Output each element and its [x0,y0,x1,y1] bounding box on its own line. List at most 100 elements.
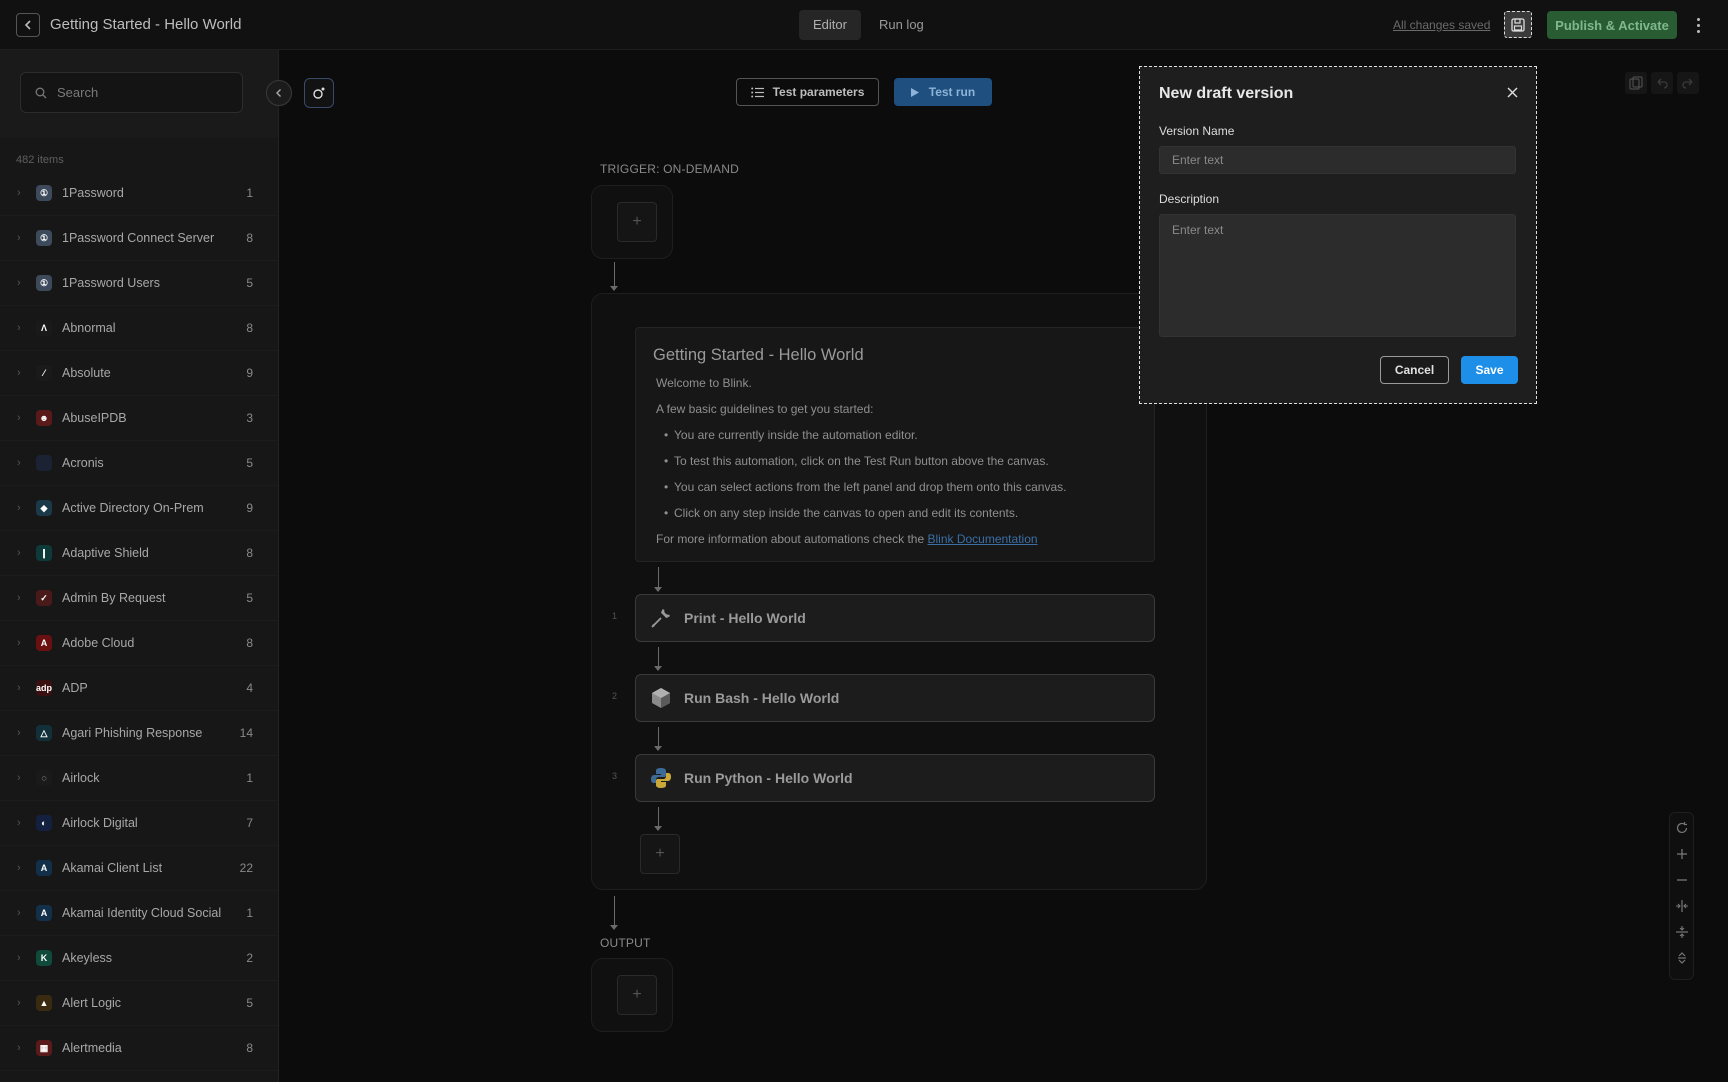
test-parameters-button[interactable]: Test parameters [736,78,879,106]
bash-icon [648,685,674,711]
note-more-info: For more information about automations c… [656,529,1137,555]
chevron-right-icon[interactable]: › [17,322,21,334]
akamai-icon: A [36,905,52,921]
note-card[interactable]: Getting Started - Hello World Welcome to… [635,327,1155,562]
tab-editor[interactable]: Editor [799,10,861,40]
zoom-in-icon[interactable] [1673,845,1691,863]
integration-item[interactable]: › ▲ Alert Logic 5 [0,981,278,1026]
note-bullet: You are currently inside the automation … [656,425,1137,451]
integration-item[interactable]: › △ Agari Phishing Response 14 [0,711,278,756]
integration-name: Adaptive Shield [62,546,149,560]
chevron-right-icon[interactable]: › [17,862,21,874]
reset-view-icon[interactable] [1673,819,1691,837]
redo-icon[interactable] [1677,72,1699,94]
integration-name: AbuseIPDB [62,411,127,425]
chevron-right-icon[interactable]: › [17,907,21,919]
integration-count: 3 [246,411,253,425]
chevron-right-icon[interactable]: › [17,727,21,739]
add-trigger-button[interactable]: + [617,202,657,242]
chevron-right-icon[interactable]: › [17,772,21,784]
integration-item[interactable]: › ✓ Admin By Request 5 [0,576,278,621]
zoom-out-icon[interactable] [1673,871,1691,889]
integration-item[interactable]: › ① 1Password Users 5 [0,261,278,306]
chevron-right-icon[interactable]: › [17,1042,21,1054]
collapse-sidebar-button[interactable] [266,80,292,106]
chevron-right-icon[interactable]: › [17,592,21,604]
chevron-right-icon[interactable]: › [17,997,21,1009]
step-run-bash-hello-world[interactable]: Run Bash - Hello World [635,674,1155,722]
integration-item[interactable]: › ① 1Password 1 [0,171,278,216]
chevron-right-icon[interactable]: › [17,277,21,289]
fit-height-icon[interactable] [1673,923,1691,941]
chevron-right-icon[interactable]: › [17,412,21,424]
integration-item[interactable]: › ◆ Active Directory On-Prem 9 [0,486,278,531]
cancel-button[interactable]: Cancel [1380,356,1449,384]
integration-item[interactable]: › A Akamai Identity Cloud Social 1 [0,891,278,936]
close-icon[interactable] [1502,82,1522,102]
expand-vertical-icon[interactable] [1673,949,1691,967]
chevron-right-icon[interactable]: › [17,817,21,829]
test-run-button[interactable]: Test run [894,78,992,106]
admin-by-request-icon: ✓ [36,590,52,606]
agari-icon: △ [36,725,52,741]
integration-item[interactable]: › ☻ AbuseIPDB 3 [0,396,278,441]
airlock-digital-icon: ◐ [36,815,52,831]
saved-status-link[interactable]: All changes saved [1393,18,1490,32]
integration-name: Akamai Client List [62,861,163,875]
chevron-right-icon[interactable]: › [17,502,21,514]
chevron-right-icon[interactable]: › [17,367,21,379]
chevron-right-icon[interactable]: › [17,952,21,964]
integration-name: Adobe Cloud [62,636,135,650]
chevron-right-icon[interactable]: › [17,637,21,649]
ai-copilot-button[interactable] [304,78,334,108]
integration-name: Absolute [62,366,111,380]
publish-activate-button[interactable]: Publish & Activate [1547,11,1677,39]
copy-icon[interactable] [1625,72,1647,94]
integration-name: Alertmedia [62,1041,122,1055]
undo-icon[interactable] [1651,72,1673,94]
version-name-label: Version Name [1159,124,1235,138]
save-button[interactable]: Save [1461,356,1518,384]
chevron-right-icon[interactable]: › [17,232,21,244]
integration-name: Airlock Digital [62,816,138,830]
integration-item[interactable]: › ◌ Airlock 1 [0,756,278,801]
integration-item[interactable]: › A Adobe Cloud 8 [0,621,278,666]
acronis-icon [36,455,52,471]
wrench-icon [648,605,674,631]
integration-item[interactable]: › ⁄ Absolute 9 [0,351,278,396]
integration-item[interactable]: › adp ADP 4 [0,666,278,711]
integration-item[interactable]: › ① 1Password Connect Server 8 [0,216,278,261]
tab-run-log[interactable]: Run log [865,10,938,40]
integration-item[interactable]: › Λ Abnormal 8 [0,306,278,351]
integration-count: 5 [246,591,253,605]
alert-logic-icon: ▲ [36,995,52,1011]
step-label: Print - Hello World [684,610,806,626]
fit-width-icon[interactable] [1673,897,1691,915]
integration-item[interactable]: › A Akamai Client List 22 [0,846,278,891]
adobe-icon: A [36,635,52,651]
chevron-right-icon[interactable]: › [17,457,21,469]
integration-item[interactable]: › Acronis 5 [0,441,278,486]
version-name-input[interactable] [1159,146,1516,174]
chevron-right-icon[interactable]: › [17,547,21,559]
integration-item[interactable]: › ❙ Adaptive Shield 8 [0,531,278,576]
add-output-button[interactable]: + [617,975,657,1015]
integration-item[interactable]: › K Akeyless 2 [0,936,278,981]
blink-documentation-link[interactable]: Blink Documentation [927,532,1037,546]
plus-icon: + [632,213,642,230]
chevron-right-icon[interactable]: › [17,682,21,694]
step-run-python-hello-world[interactable]: Run Python - Hello World [635,754,1155,802]
integration-item[interactable]: › ◐ Airlock Digital 7 [0,801,278,846]
python-icon [648,765,674,791]
add-step-button[interactable]: + [640,834,680,874]
save-version-button[interactable] [1504,11,1532,38]
zoom-controls [1669,812,1694,980]
integration-item[interactable]: › ▦ Alertmedia 8 [0,1026,278,1071]
description-input[interactable] [1159,214,1516,337]
step-print-hello-world[interactable]: Print - Hello World [635,594,1155,642]
chevron-right-icon[interactable]: › [17,187,21,199]
search-input[interactable] [57,85,227,100]
more-options-icon[interactable] [1692,12,1704,38]
integration-count: 5 [246,276,253,290]
back-button[interactable] [16,13,40,37]
